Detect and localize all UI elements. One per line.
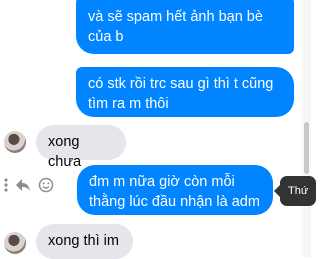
message-text: đm m nữa giờ còn mỗi thằng lúc đầu nhận …: [89, 174, 260, 210]
message-actions: [4, 177, 54, 199]
message-bubble-incoming[interactable]: xong thì im: [36, 224, 133, 259]
reply-icon[interactable]: [15, 178, 31, 198]
message-bubble-outgoing[interactable]: đm m nữa giờ còn mỗi thằng lúc đầu nhận …: [77, 165, 273, 215]
message-text: xong thì im: [48, 233, 119, 249]
message-bubble-incoming[interactable]: xong chưa: [36, 125, 126, 170]
message-thread: và sẽ spam hết ảnh bạn bè của b có stk r…: [0, 0, 300, 259]
message-text: và sẽ spam hết ảnh bạn bè của b: [88, 9, 263, 45]
message-text: có stk rồi trc sau gì thì t cũng tìm ra …: [88, 76, 274, 112]
scrollbar-thumb[interactable]: [304, 122, 309, 174]
contact-avatar[interactable]: [4, 131, 26, 153]
message-bubble-outgoing[interactable]: và sẽ spam hết ảnh bạn bè của b: [76, 0, 294, 54]
contact-avatar[interactable]: [4, 232, 26, 254]
tooltip-text: Thứ: [288, 185, 309, 197]
emoji-reaction-icon[interactable]: [38, 177, 54, 199]
message-bubble-outgoing[interactable]: có stk rồi trc sau gì thì t cũng tìm ra …: [76, 67, 294, 117]
more-options-icon[interactable]: [4, 178, 8, 198]
timestamp-tooltip: Thứ: [273, 176, 317, 206]
